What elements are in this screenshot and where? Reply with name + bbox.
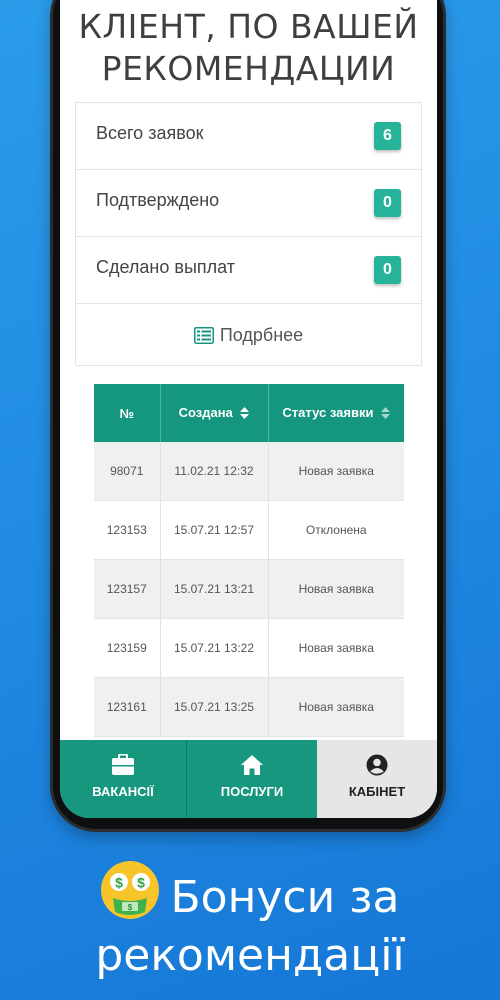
cell-status: Новая заявка bbox=[268, 677, 404, 737]
table-row[interactable]: 123153 15.07.21 12:57 Отклонена bbox=[94, 500, 404, 560]
bottom-navigation: ВАКАНСІЇ ПОСЛУГИ КАБІНЕТ bbox=[60, 740, 437, 818]
cell-status: Новая заявка bbox=[268, 618, 404, 678]
sort-icon bbox=[381, 406, 391, 422]
nav-label: ПОСЛУГИ bbox=[220, 784, 284, 799]
cell-status: Новая заявка bbox=[268, 559, 404, 619]
column-header-status[interactable]: Статус заявки bbox=[268, 384, 404, 442]
nav-item-services[interactable]: ПОСЛУГИ bbox=[187, 740, 317, 818]
column-header-label: Статус заявки bbox=[282, 404, 374, 420]
svg-text:$: $ bbox=[116, 875, 124, 891]
list-icon bbox=[193, 308, 214, 368]
stat-row-payouts: Сделано выплат 0 bbox=[76, 237, 421, 304]
nav-label: ВАКАНСІЇ bbox=[92, 784, 154, 799]
stat-count-badge: 0 bbox=[374, 189, 401, 217]
stat-label: Сделано выплат bbox=[96, 257, 235, 277]
cell-number: 98071 bbox=[94, 442, 161, 501]
stat-count-badge: 6 bbox=[374, 122, 401, 150]
table-row[interactable]: 98071 11.02.21 12:32 Новая заявка bbox=[94, 442, 404, 501]
table-row[interactable]: 123159 15.07.21 13:22 Новая заявка bbox=[94, 618, 404, 678]
cell-created: 15.07.21 12:57 bbox=[160, 500, 269, 560]
page-title-line1: КЛІЕНТ, ПО ВАШЕЙ bbox=[78, 7, 419, 46]
nav-label: КАБІНЕТ bbox=[348, 784, 406, 799]
details-link-label: Подрбнее bbox=[219, 325, 304, 345]
sort-icon bbox=[240, 406, 250, 422]
cell-created: 15.07.21 13:21 bbox=[160, 559, 269, 619]
details-link[interactable]: Подрбнее bbox=[76, 305, 421, 365]
table-row[interactable]: 123161 15.07.21 13:25 Новая заявка bbox=[94, 677, 404, 737]
cell-status: Отклонена bbox=[268, 500, 404, 560]
svg-text:$: $ bbox=[138, 875, 146, 891]
nav-item-cabinet[interactable]: КАБІНЕТ bbox=[317, 740, 437, 818]
column-header-number[interactable]: № bbox=[94, 384, 161, 442]
cell-created: 15.07.21 13:25 bbox=[160, 677, 269, 737]
column-header-label: Создана bbox=[178, 404, 233, 420]
user-circle-icon bbox=[366, 754, 388, 776]
page-title: КЛІЕНТ, ПО ВАШЕЙ РЕКОМЕНДАЦИИ bbox=[60, 6, 437, 90]
requests-table: № Создана Статус заявки 98071 11.02.21 1… bbox=[94, 384, 404, 737]
caption-line2: рекомендації bbox=[95, 930, 405, 981]
home-icon bbox=[240, 754, 264, 776]
page-title-line2: РЕКОМЕНДАЦИИ bbox=[101, 49, 396, 88]
column-header-created[interactable]: Создана bbox=[160, 384, 269, 442]
cell-created: 15.07.21 13:22 bbox=[160, 618, 269, 678]
stat-count-badge: 0 bbox=[374, 256, 401, 284]
cell-status: Новая заявка bbox=[268, 442, 404, 501]
cell-number: 123157 bbox=[94, 559, 161, 619]
stat-row-confirmed: Подтверждено 0 bbox=[76, 170, 421, 237]
stat-label: Подтверждено bbox=[96, 190, 220, 210]
cell-number: 123153 bbox=[94, 500, 161, 560]
cell-number: 123159 bbox=[94, 618, 161, 678]
app-screen: КЛІЕНТ, ПО ВАШЕЙ РЕКОМЕНДАЦИИ Всего заяв… bbox=[60, 0, 437, 818]
briefcase-icon bbox=[112, 753, 134, 776]
money-mouth-face-icon: $ $ $ bbox=[100, 860, 160, 931]
cell-created: 11.02.21 12:32 bbox=[160, 442, 269, 501]
stats-panel: Всего заявок 6 Подтверждено 0 Сделано вы… bbox=[75, 102, 422, 366]
table-row[interactable]: 123157 15.07.21 13:21 Новая заявка bbox=[94, 559, 404, 619]
svg-text:$: $ bbox=[128, 903, 133, 912]
nav-item-vacancies[interactable]: ВАКАНСІЇ bbox=[60, 740, 186, 818]
stat-label: Всего заявок bbox=[96, 123, 204, 143]
promo-caption: $ $ $ Бонуси за рекомендації bbox=[0, 860, 500, 981]
caption-line1: Бонуси за bbox=[170, 872, 400, 923]
cell-number: 123161 bbox=[94, 677, 161, 737]
stat-row-total: Всего заявок 6 bbox=[76, 103, 421, 170]
